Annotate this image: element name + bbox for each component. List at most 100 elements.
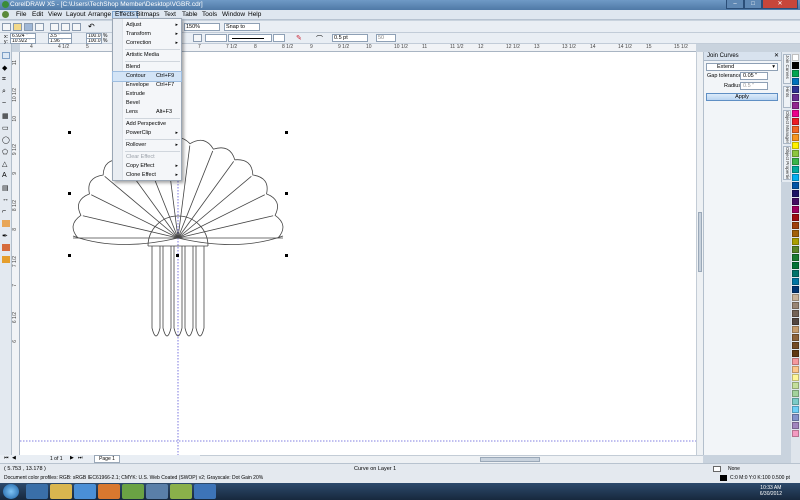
- palette-swatch[interactable]: [792, 158, 799, 165]
- palette-swatch[interactable]: [792, 54, 799, 61]
- ellipse-tool-icon[interactable]: ◯: [2, 136, 10, 144]
- menu-copy-effect[interactable]: Copy Effect ▸: [113, 162, 181, 171]
- app-taskbar-icon-2[interactable]: [170, 484, 192, 499]
- palette-swatch[interactable]: [792, 310, 799, 317]
- menu-blend[interactable]: Blend: [113, 63, 181, 72]
- palette-swatch[interactable]: [792, 246, 799, 253]
- palette-swatch[interactable]: [792, 430, 799, 437]
- fill-tool-icon[interactable]: [2, 256, 10, 263]
- freehand-tool-icon[interactable]: ~: [2, 100, 10, 107]
- maximize-button[interactable]: □: [744, 0, 762, 9]
- menu-powerclip[interactable]: PowerClip ▸: [113, 129, 181, 138]
- interactive-fill-icon[interactable]: [2, 220, 10, 227]
- menu-edit[interactable]: Edit: [30, 11, 45, 19]
- menu-window[interactable]: Window: [220, 11, 247, 19]
- snap-to-select[interactable]: Snap to: [224, 23, 260, 31]
- dimension-tool-icon[interactable]: ↔: [2, 196, 10, 203]
- menu-table[interactable]: Table: [180, 11, 200, 19]
- connector-tool-icon[interactable]: ⌐: [2, 208, 10, 215]
- tab-hints[interactable]: Hints: [783, 86, 791, 108]
- pick-tool-icon[interactable]: [2, 52, 10, 59]
- start-arrowhead-select[interactable]: [205, 34, 227, 42]
- menu-lens[interactable]: Lens Alt+F3: [113, 108, 181, 117]
- palette-swatch[interactable]: [792, 342, 799, 349]
- outline-pen-icon[interactable]: ✎: [296, 34, 302, 42]
- open-curve-icon[interactable]: ⌒: [316, 34, 323, 44]
- chrome-icon[interactable]: [74, 484, 96, 499]
- system-clock[interactable]: 10:33 AM 6/30/2012: [760, 485, 782, 497]
- palette-swatch[interactable]: [792, 102, 799, 109]
- menu-artistic-media[interactable]: Artistic Media: [113, 51, 181, 60]
- menu-extrude[interactable]: Extrude: [113, 90, 181, 99]
- palette-swatch[interactable]: [792, 78, 799, 85]
- cut-icon[interactable]: [50, 23, 59, 31]
- palette-swatch[interactable]: [792, 382, 799, 389]
- palette-swatch[interactable]: [792, 86, 799, 93]
- palette-swatch[interactable]: [792, 366, 799, 373]
- palette-swatch[interactable]: [792, 126, 799, 133]
- coreldraw-taskbar-icon[interactable]: [122, 484, 144, 499]
- palette-swatch[interactable]: [792, 214, 799, 221]
- join-mode-select[interactable]: Extend ▾: [706, 63, 778, 71]
- minimize-button[interactable]: –: [726, 0, 744, 9]
- undo-icon[interactable]: ↶: [88, 22, 95, 31]
- next-page-button[interactable]: ▶: [70, 455, 74, 461]
- vertical-scrollbar[interactable]: [696, 52, 703, 455]
- fill-swatch[interactable]: [713, 466, 721, 472]
- menu-add-perspective[interactable]: Add Perspective: [113, 120, 181, 129]
- close-button[interactable]: ✕: [762, 0, 798, 9]
- palette-swatch[interactable]: [792, 422, 799, 429]
- zoom-tool-icon[interactable]: ⌕: [2, 88, 10, 95]
- horizontal-scroll-thumb[interactable]: [480, 457, 540, 462]
- new-document-icon[interactable]: [2, 23, 11, 31]
- palette-swatch[interactable]: [792, 206, 799, 213]
- tab-object-properties[interactable]: Object Properties: [783, 146, 791, 180]
- copy-icon[interactable]: [61, 23, 70, 31]
- menu-transform[interactable]: Transform ▸: [113, 30, 181, 39]
- palette-swatch[interactable]: [792, 134, 799, 141]
- palette-swatch[interactable]: [792, 254, 799, 261]
- polygon-tool-icon[interactable]: ⬠: [2, 148, 10, 156]
- menu-correction[interactable]: Correction ▸: [113, 39, 181, 48]
- palette-swatch[interactable]: [792, 182, 799, 189]
- palette-swatch[interactable]: [792, 326, 799, 333]
- palette-swatch[interactable]: [792, 270, 799, 277]
- menu-adjust[interactable]: Adjust ▸: [113, 21, 181, 30]
- menu-clear-effect[interactable]: Clear Effect: [113, 153, 181, 162]
- palette-swatch[interactable]: [792, 286, 799, 293]
- last-page-button[interactable]: ⏭: [78, 455, 83, 461]
- menu-envelope[interactable]: Envelope Ctrl+F7: [113, 81, 181, 90]
- corel-menu-icon[interactable]: [2, 11, 9, 18]
- palette-swatch[interactable]: [792, 374, 799, 381]
- palette-swatch[interactable]: [792, 398, 799, 405]
- end-arrowhead-select[interactable]: [273, 34, 285, 42]
- palette-swatch[interactable]: [792, 334, 799, 341]
- paste-icon[interactable]: [72, 23, 81, 31]
- table-tool-icon[interactable]: ▤: [2, 184, 10, 192]
- palette-swatch[interactable]: [792, 94, 799, 101]
- palette-swatch[interactable]: [792, 390, 799, 397]
- basic-shapes-tool-icon[interactable]: △: [2, 160, 10, 168]
- palette-swatch[interactable]: [792, 222, 799, 229]
- outline-tool-icon[interactable]: [2, 244, 10, 251]
- open-folder-icon[interactable]: [13, 23, 22, 31]
- palette-swatch[interactable]: [792, 110, 799, 117]
- palette-swatch[interactable]: [792, 190, 799, 197]
- save-icon[interactable]: [24, 23, 33, 31]
- menu-view[interactable]: View: [46, 11, 64, 19]
- ie-icon[interactable]: [26, 484, 48, 499]
- palette-swatch[interactable]: [792, 198, 799, 205]
- palette-swatch[interactable]: [792, 302, 799, 309]
- start-button[interactable]: [3, 484, 19, 499]
- palette-swatch[interactable]: [792, 318, 799, 325]
- vertical-ruler[interactable]: 11 10 1/2 10 9 1/2 9 8 1/2 8 7 1/2 7 6 1/2 6: [12, 52, 20, 455]
- outline-swatch[interactable]: [720, 475, 727, 481]
- palette-swatch[interactable]: [792, 278, 799, 285]
- menu-file[interactable]: File: [14, 11, 28, 19]
- menu-arrange[interactable]: Arrange: [86, 11, 113, 19]
- crop-tool-icon[interactable]: ⌗: [2, 76, 10, 83]
- explorer-icon[interactable]: [50, 484, 72, 499]
- palette-swatch[interactable]: [792, 166, 799, 173]
- palette-swatch[interactable]: [792, 174, 799, 181]
- app-taskbar-icon-3[interactable]: [194, 484, 216, 499]
